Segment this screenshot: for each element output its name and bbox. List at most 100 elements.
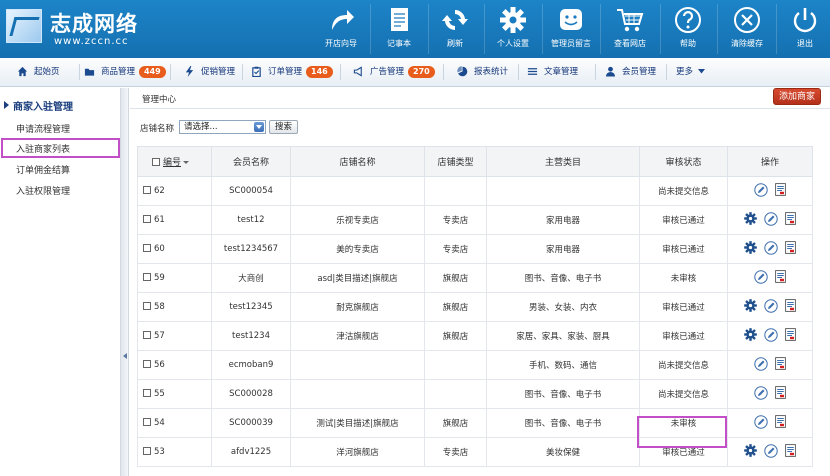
divider xyxy=(666,64,667,80)
cell-shop[interactable]: 洋河旗舰店 xyxy=(290,437,425,467)
shop-name-select[interactable]: 请选择... xyxy=(179,120,266,134)
row-checkbox[interactable] xyxy=(143,447,151,455)
gear-icon[interactable] xyxy=(744,444,757,458)
row-checkbox[interactable] xyxy=(143,186,151,194)
cell-shop[interactable]: 测试|类目描述|旗舰店 xyxy=(290,408,425,438)
document-view-icon[interactable] xyxy=(785,444,796,458)
menu-reports[interactable]: 报表统计 xyxy=(457,58,508,86)
row-checkbox[interactable] xyxy=(143,389,151,397)
row-checkbox[interactable] xyxy=(143,418,151,426)
logo[interactable]: 志成网络 www.zccn.cc xyxy=(6,6,166,50)
top-nav-refresh[interactable]: 刷新 xyxy=(426,0,484,58)
row-checkbox[interactable] xyxy=(143,244,151,252)
orders-count-badge: 146 xyxy=(306,65,333,78)
logo-mark-icon xyxy=(6,9,42,43)
edit-pencil-icon[interactable] xyxy=(764,299,778,313)
menu-promotion[interactable]: 促销管理 xyxy=(184,58,235,86)
menu-articles[interactable]: 文章管理 xyxy=(527,58,578,86)
row-checkbox[interactable] xyxy=(143,331,151,339)
table-row: 60 test1234567 美的专卖店 专卖店 家用电器 审核已通过 xyxy=(137,234,813,264)
chevron-down-icon xyxy=(254,122,264,132)
cell-shop[interactable]: asd|类目描述|旗舰店 xyxy=(290,263,425,293)
user-icon xyxy=(605,66,616,77)
menu-home[interactable]: 起始页 xyxy=(17,58,60,86)
cell-shop[interactable]: 乐视专卖店 xyxy=(290,205,425,235)
gear-icon[interactable] xyxy=(744,212,757,226)
table-row: 56 ecmoban9 手机、数码、通信 尚未提交信息 xyxy=(137,350,813,380)
top-nav-clear-cache[interactable]: 清除缓存 xyxy=(718,0,776,58)
edit-pencil-icon[interactable] xyxy=(764,328,778,342)
top-nav-view-shop[interactable]: 查看网店 xyxy=(601,0,659,58)
sidebar-title[interactable]: 商家入驻管理 xyxy=(4,98,73,113)
cell-category: 男装、女装、内衣 xyxy=(486,292,640,322)
menu-goods[interactable]: 商品管理 449 xyxy=(84,58,166,86)
divider xyxy=(130,108,830,109)
cell-shop[interactable]: 美的专卖店 xyxy=(290,234,425,264)
cell-id: 54 xyxy=(137,408,212,438)
gear-icon[interactable] xyxy=(744,241,757,255)
clipboard-icon xyxy=(252,66,261,77)
cell-shop[interactable]: 津沽旗舰店 xyxy=(290,321,425,351)
top-nav-notepad[interactable]: 记事本 xyxy=(370,0,428,58)
cell-id: 57 xyxy=(137,321,212,351)
top-nav-personal-settings[interactable]: 个人设置 xyxy=(484,0,542,58)
sidebar-item-permissions[interactable]: 入驻权限管理 xyxy=(16,184,70,197)
cell-shop[interactable]: 耐克旗舰店 xyxy=(290,292,425,322)
cell-shop[interactable] xyxy=(290,379,425,409)
top-nav-logout[interactable]: 退出 xyxy=(776,0,830,58)
edit-pencil-icon[interactable] xyxy=(754,269,768,284)
cell-type: 专卖店 xyxy=(424,437,487,467)
document-view-icon[interactable] xyxy=(785,328,796,342)
divider xyxy=(340,64,341,80)
cell-shop[interactable] xyxy=(290,176,425,206)
cell-category: 图书、音像、电子书 xyxy=(486,263,640,293)
edit-pencil-icon[interactable] xyxy=(764,212,778,226)
menu-members[interactable]: 会员管理 xyxy=(605,58,656,86)
edit-pencil-icon[interactable] xyxy=(754,182,768,197)
menu-more[interactable]: 更多 xyxy=(676,58,705,86)
top-nav-admin-message[interactable]: 管理员留言 xyxy=(542,0,600,58)
help-icon xyxy=(675,7,701,33)
select-all-checkbox[interactable] xyxy=(152,158,160,166)
sidebar-item-commission[interactable]: 订单佣金结算 xyxy=(16,163,70,176)
search-button[interactable]: 搜索 xyxy=(269,120,298,134)
document-view-icon[interactable] xyxy=(775,386,786,399)
list-lines-icon xyxy=(527,68,538,75)
cell-type: 旗舰店 xyxy=(424,321,487,351)
add-merchant-button[interactable]: 添加商家 xyxy=(773,88,821,105)
cell-id: 62 xyxy=(137,176,212,206)
row-checkbox[interactable] xyxy=(143,215,151,223)
share-arrow-icon xyxy=(332,10,354,30)
top-nav-help[interactable]: 帮助 xyxy=(659,0,717,58)
document-view-icon[interactable] xyxy=(775,270,786,283)
document-view-icon[interactable] xyxy=(775,357,786,370)
document-view-icon[interactable] xyxy=(785,241,796,255)
cell-category: 手机、数码、通信 xyxy=(486,350,640,380)
edit-pencil-icon[interactable] xyxy=(764,241,778,255)
gear-icon[interactable] xyxy=(744,328,757,342)
logo-url: www.zccn.cc xyxy=(54,36,129,47)
cell-ops xyxy=(727,437,813,467)
menu-ads[interactable]: 广告管理 270 xyxy=(353,58,435,86)
edit-pencil-icon[interactable] xyxy=(754,385,768,400)
document-view-icon[interactable] xyxy=(785,299,796,313)
sidebar-collapse-handle[interactable] xyxy=(121,88,129,476)
document-view-icon[interactable] xyxy=(775,415,786,428)
edit-pencil-icon[interactable] xyxy=(754,414,768,429)
cell-shop[interactable] xyxy=(290,350,425,380)
document-view-icon[interactable] xyxy=(785,212,796,226)
row-checkbox[interactable] xyxy=(143,302,151,310)
column-header-id[interactable]: 编号 xyxy=(137,146,212,177)
cell-category: 家用电器 xyxy=(486,205,640,235)
cell-id: 59 xyxy=(137,263,212,293)
row-checkbox[interactable] xyxy=(143,360,151,368)
top-nav-setup-wizard[interactable]: 开店向导 xyxy=(312,0,370,58)
sidebar-item-apply-process[interactable]: 申请流程管理 xyxy=(16,122,70,135)
edit-pencil-icon[interactable] xyxy=(754,356,768,371)
row-checkbox[interactable] xyxy=(143,273,151,281)
gear-icon[interactable] xyxy=(744,299,757,313)
edit-pencil-icon[interactable] xyxy=(764,444,778,458)
menu-orders[interactable]: 订单管理 146 xyxy=(251,58,333,86)
document-view-icon[interactable] xyxy=(775,183,786,196)
top-header: 志成网络 www.zccn.cc 开店向导 记事本 刷新 个人设置 管理员留言 … xyxy=(0,0,830,58)
